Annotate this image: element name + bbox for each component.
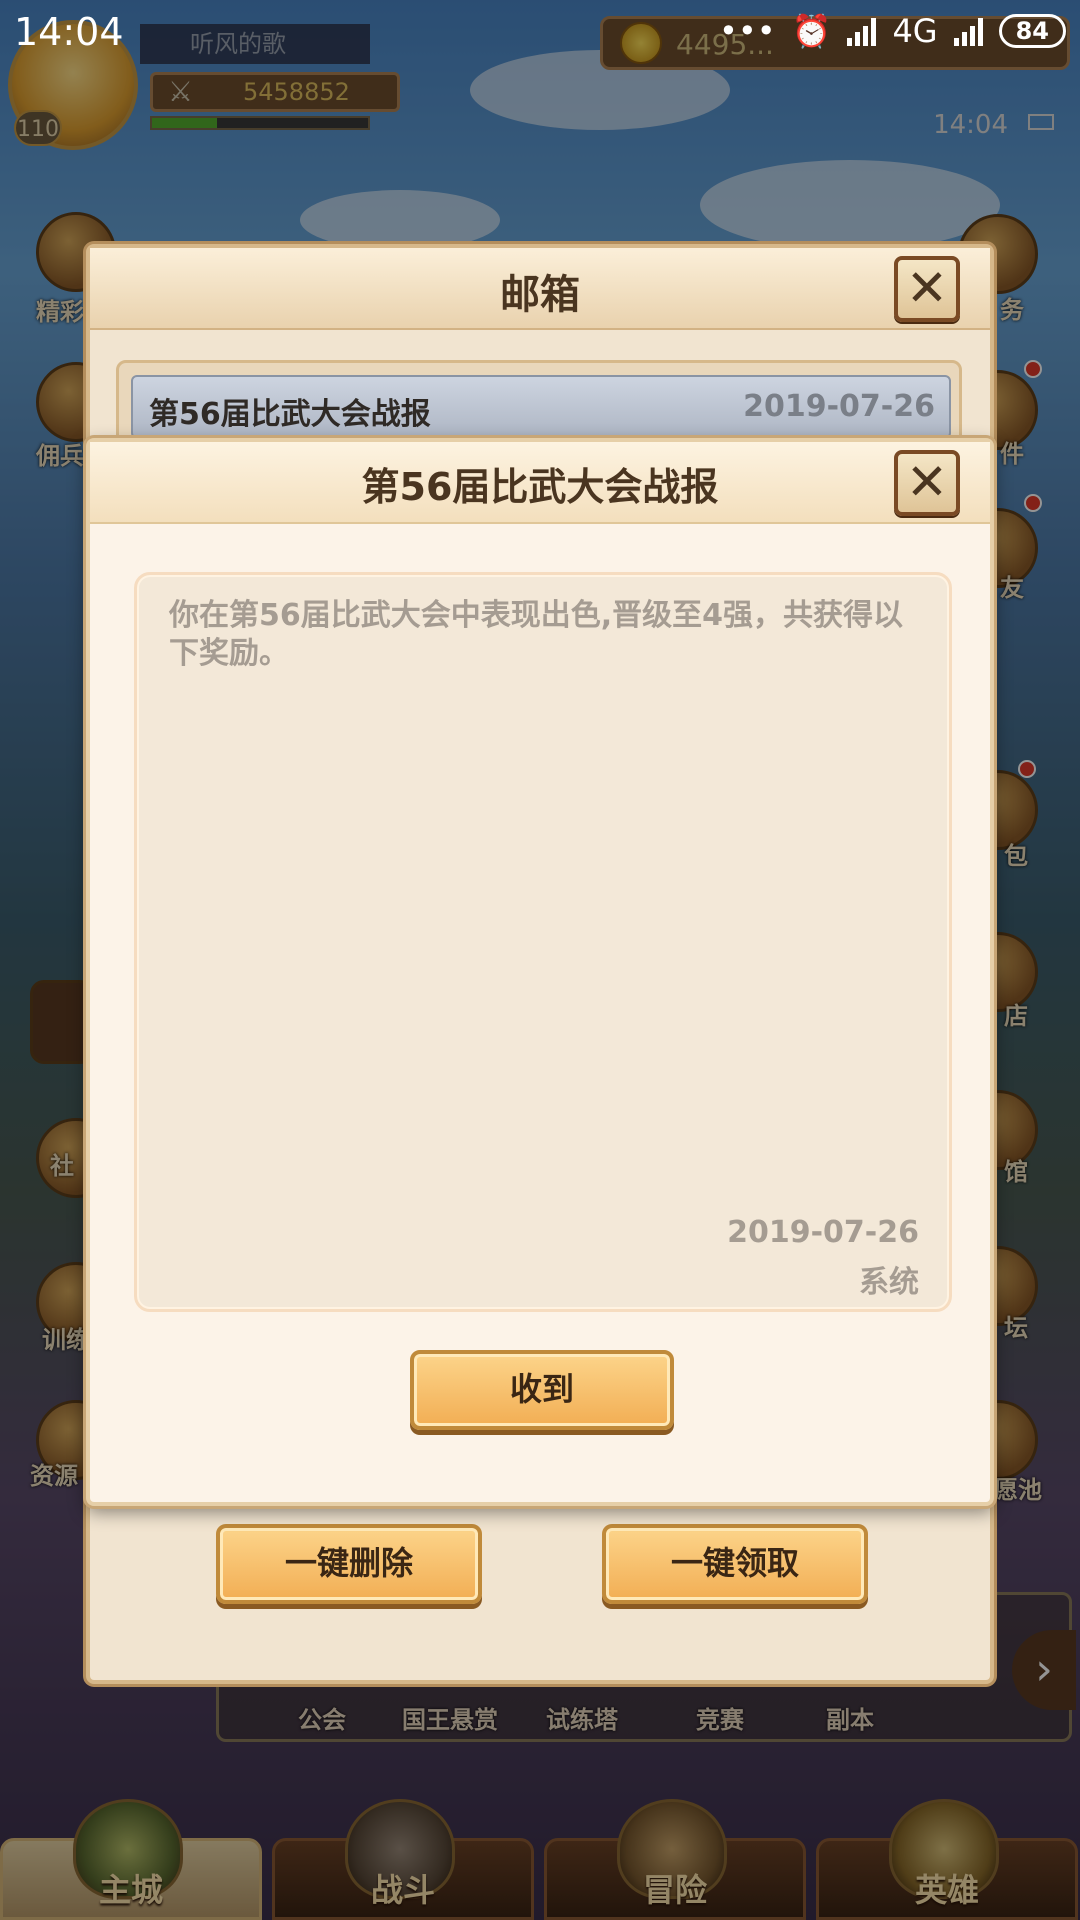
mailbox-header: 邮箱	[90, 248, 990, 330]
mail-date: 2019-07-26	[727, 1215, 919, 1250]
signal-icon	[847, 16, 877, 46]
mail-list-item[interactable]: 第56届比武大会战报 2019-07-26	[131, 375, 951, 439]
mail-detail-header: 第56届比武大会战报	[90, 442, 990, 524]
status-bar: 14:04 ••• ⏰ 4G 84	[0, 0, 1080, 64]
close-icon: ✕	[906, 259, 948, 317]
mail-sender: 系统	[859, 1265, 919, 1300]
mail-detail-dialog: 第56届比武大会战报 ✕ 你在第56届比武大会中表现出色,晋级至4强，共获得以下…	[86, 438, 994, 1506]
mail-body-text: 你在第56届比武大会中表现出色,晋级至4强，共获得以下奖励。	[169, 598, 904, 671]
claim-all-button[interactable]: 一键领取	[602, 1524, 868, 1604]
network-type: 4G	[892, 12, 938, 50]
mailbox-title: 邮箱	[500, 272, 580, 318]
status-time: 14:04	[14, 10, 124, 54]
close-icon: ✕	[906, 453, 948, 511]
mail-detail-close-button[interactable]: ✕	[894, 450, 960, 516]
more-dots-icon: •••	[718, 12, 776, 50]
delete-all-button[interactable]: 一键删除	[216, 1524, 482, 1604]
mail-item-date: 2019-07-26	[743, 389, 935, 424]
receive-button[interactable]: 收到	[410, 1350, 674, 1430]
battery-level: 84	[998, 14, 1066, 48]
mailbox-close-button[interactable]: ✕	[894, 256, 960, 322]
alarm-icon: ⏰	[791, 12, 832, 50]
mail-item-title: 第56届比武大会战报	[149, 397, 431, 432]
mail-body-box: 你在第56届比武大会中表现出色,晋级至4强，共获得以下奖励。 2019-07-2…	[134, 572, 952, 1312]
mail-detail-title: 第56届比武大会战报	[361, 465, 719, 509]
signal-icon	[953, 16, 983, 46]
